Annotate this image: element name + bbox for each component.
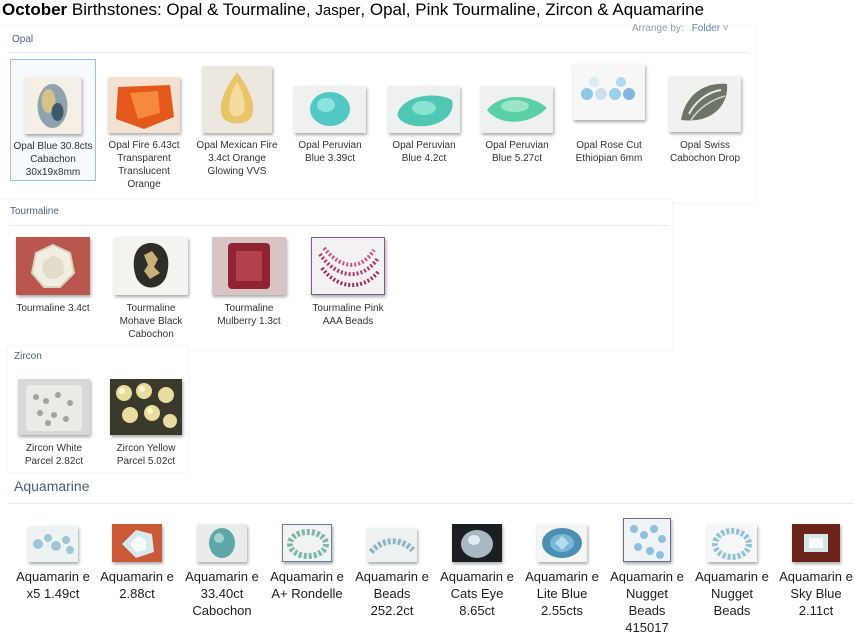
tourmaline-mulberry-image [212,237,286,295]
file-item-aquamarine-cats-eye[interactable]: Aquamarin e Cats Eye 8.65ct [438,520,516,620]
page-title: October Birthstones: Opal & Tourmaline, … [2,0,704,20]
file-caption: Zircon Yellow Parcel 5.02ct [116,443,176,467]
aquamarine-lite-blue-image [537,524,587,562]
tourmaline-group-label: Tourmaline [10,206,59,217]
file-item-zircon-white[interactable]: Zircon White Parcel 2.82ct [12,370,96,470]
opal-rose-image [573,64,645,120]
file-item-tourmaline-pink-beads[interactable]: Tourmaline Pink AAA Beads [305,232,391,342]
title-jasper: Jasper [315,2,361,19]
file-caption: Aquamarin e 33.40ct Cabochon [185,569,259,618]
opal-group-divider [8,52,748,53]
zircon-group-label: Zircon [14,351,42,362]
aquamarine-nugget-image [707,524,757,562]
chevron-down-icon: ˅ [722,23,729,34]
file-item-opal-rose[interactable]: Opal Rose Cut Ethiopian 6mm [566,59,652,189]
opal-mexican-image [202,66,272,133]
file-item-opal-fire[interactable]: Opal Fire 6.43ct Transparent Translucent… [101,59,187,190]
file-caption: Opal Rose Cut Ethiopian 6mm [575,140,643,164]
aquamarine-beads-image [367,528,417,562]
opal-group-label: Opal [12,34,34,45]
arrange-by-control[interactable]: Arrange by: Folder ˅ [632,23,729,34]
file-item-tourmaline-mulberry[interactable]: Tourmaline Mulberry 1.3ct [206,232,292,342]
file-caption: Opal Peruvian Blue 3.39ct [298,140,362,164]
file-caption: Aquamarin e Nugget Beads 415017 [610,569,684,635]
tourmaline-folder-panel: Tourmaline Tourmaline 3.4ct Tourmaline M… [0,200,672,350]
opal-folder-panel: Opal Arrange by: Folder ˅ Opal Blue 30.8c… [0,23,756,202]
arrange-by-label: Arrange by: [632,23,684,34]
zircon-folder-panel: Zircon Zircon White Parcel 2.82ct Zircon… [8,346,188,472]
aquamarine-cabochon-image [197,524,247,562]
file-caption: Opal Blue 30.8cts Cabachon 30x19x8mm [13,141,93,178]
opal-peruvian-image [294,86,366,133]
file-caption: Opal Peruvian Blue 5.27ct [485,140,549,164]
title-part-2: , Opal, Pink Tourmaline, Zircon & Aquama… [360,0,705,19]
file-caption: Opal Peruvian Blue 4.2ct [392,140,456,164]
title-part-1: Birthstones: Opal & Tourmaline, [67,0,316,19]
file-item-opal-swiss[interactable]: Opal Swiss Cabochon Drop [659,59,751,189]
tourmaline-image [16,237,90,295]
file-item-aquamarine-33-40[interactable]: Aquamarin e 33.40ct Cabochon [183,520,261,620]
opal-peruvian-image [481,86,553,133]
file-item-tourmaline-mohave[interactable]: Tourmaline Mohave Black Cabochon [108,232,194,348]
file-caption: Zircon White Parcel 2.82ct [24,443,84,467]
file-item-aquamarine-rondelle[interactable]: Aquamarin e A+ Rondelle [268,520,346,620]
title-month: October [2,0,68,19]
file-item-tourmaline[interactable]: Tourmaline 3.4ct [10,232,96,342]
opal-fire-image [108,77,180,133]
file-caption: Tourmaline Mohave Black Cabochon [119,303,183,340]
file-item-aquamarine-lite-blue[interactable]: Aquamarin e Lite Blue 2.55cts [523,520,601,620]
file-item-opal-mexican[interactable]: Opal Mexican Fire 3.4ct Orange Glowing V… [192,59,282,189]
aquamarine-sky-blue-image [792,524,840,562]
file-caption: Opal Swiss Cabochon Drop [669,140,741,164]
file-caption: Aquamarin e Beads 252.2ct [355,569,429,618]
file-caption: Aquamarin e A+ Rondelle [270,569,344,601]
aquamarine-x5-image [28,526,78,562]
file-caption: Tourmaline Pink AAA Beads [312,303,384,327]
file-item-aquamarine-nugget-415017[interactable]: Aquamarin e Nugget Beads 415017 [608,516,686,640]
file-item-opal-peruvian-1[interactable]: Opal Peruvian Blue 3.39ct [287,59,373,189]
file-caption: Opal Fire 6.43ct Transparent Translucent… [108,140,180,190]
aquamarine-group-divider [8,503,854,504]
file-item-aquamarine-beads[interactable]: Aquamarin e Beads 252.2ct [353,520,431,620]
tourmaline-mohave-image [114,237,188,295]
aquamarine-nugget-image [623,518,671,562]
tourmaline-beads-image [311,237,385,295]
opal-peruvian-image [388,86,460,133]
file-item-aquamarine-sky-blue[interactable]: Aquamarin e Sky Blue 2.11ct [778,520,854,620]
zircon-yellow-image [110,379,182,435]
opal-blue-image [24,77,82,134]
file-caption: Tourmaline 3.4ct [16,303,90,314]
file-caption: Aquamarin e Nugget Beads [695,569,769,618]
file-item-aquamarine-nugget[interactable]: Aquamarin e Nugget Beads [693,520,771,620]
file-caption: Opal Mexican Fire 3.4ct Orange Glowing V… [196,140,278,177]
aquamarine-rondelle-image [282,524,332,562]
file-item-aquamarine-x5[interactable]: Aquamarin e x5 1.49ct [14,520,92,610]
tourmaline-group-divider [8,225,668,226]
file-caption: Aquamarin e Lite Blue 2.55cts [525,569,599,618]
file-caption: Tourmaline Mulberry 1.3ct [217,303,281,327]
file-item-opal-blue[interactable]: Opal Blue 30.8cts Cabachon 30x19x8mm [10,59,96,181]
aquamarine-2-88-image [112,524,162,562]
opal-swiss-image [669,76,741,132]
file-item-zircon-yellow[interactable]: Zircon Yellow Parcel 5.02ct [104,370,188,470]
file-caption: Aquamarin e x5 1.49ct [16,569,90,601]
file-caption: Aquamarin e 2.88ct [100,569,174,601]
file-caption: Aquamarin e Cats Eye 8.65ct [440,569,514,618]
arrange-by-value: Folder [691,23,721,34]
zircon-white-image [18,379,90,435]
file-caption: Aquamarin e Sky Blue 2.11ct [779,569,853,618]
aquamarine-group-label: Aquamarine [14,478,90,494]
aquamarine-cats-eye-image [452,524,502,562]
file-item-opal-peruvian-3[interactable]: Opal Peruvian Blue 5.27ct [474,59,560,189]
file-item-aquamarine-2-88[interactable]: Aquamarin e 2.88ct [98,520,176,610]
file-item-opal-peruvian-2[interactable]: Opal Peruvian Blue 4.2ct [381,59,467,189]
